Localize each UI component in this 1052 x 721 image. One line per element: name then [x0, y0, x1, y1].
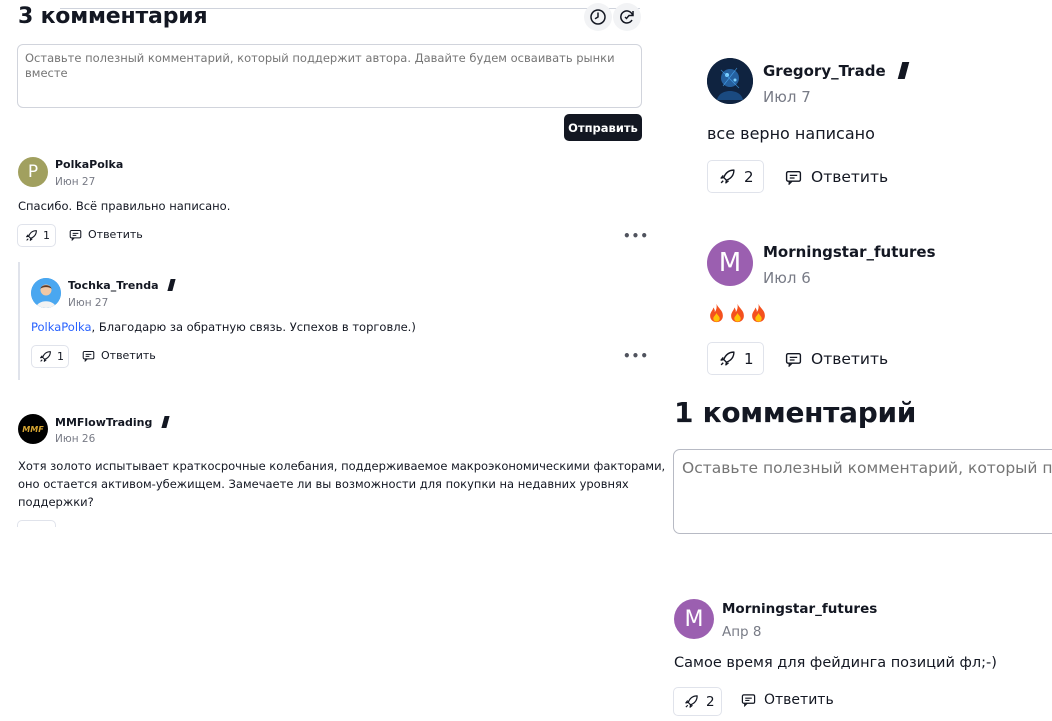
avatar[interactable] — [707, 58, 753, 104]
comment-text: все верно написано — [707, 124, 875, 143]
boost-count: 1 — [744, 349, 754, 368]
comment-input[interactable] — [673, 449, 1052, 534]
rocket-icon — [26, 230, 37, 241]
history-button[interactable] — [584, 3, 612, 31]
boost-count: 2 — [706, 693, 715, 710]
comment-icon — [785, 170, 802, 185]
reply-label: Ответить — [101, 349, 156, 362]
verified-badge-icon — [161, 416, 170, 428]
comment-text-body: , Благодарю за обратную связь. Успехов в… — [91, 320, 416, 334]
comment-username[interactable]: MMFlowTrading — [55, 416, 170, 429]
fire-emoji-icon — [731, 303, 744, 323]
rocket-icon — [720, 351, 735, 366]
comment-date[interactable]: Июн 27 — [55, 176, 95, 188]
avatar-letter: M — [718, 248, 742, 278]
refresh-button[interactable] — [613, 3, 641, 31]
boost-count: 1 — [57, 350, 64, 363]
avatar-logo-text: MMF — [22, 424, 44, 434]
comment-icon — [69, 229, 82, 241]
boost-button[interactable]: 2 — [673, 687, 722, 716]
comment-text-line: Хотя золото испытывает краткосрочные кол… — [18, 459, 666, 473]
more-button[interactable]: ••• — [623, 229, 649, 243]
comment-date[interactable]: Июл 7 — [763, 88, 811, 106]
comments-title: 1 комментарий — [674, 396, 917, 429]
comment-username[interactable]: Morningstar_futures — [763, 243, 936, 261]
more-button[interactable]: ••• — [623, 349, 649, 363]
reply-label: Ответить — [88, 228, 143, 241]
avatar-letter: P — [27, 162, 39, 182]
fire-emoji-icon — [710, 303, 723, 323]
send-button[interactable]: Отправить — [564, 114, 642, 141]
comment-date[interactable]: Апр 8 — [722, 624, 762, 640]
boost-button[interactable]: 2 — [707, 160, 764, 193]
user-photo-icon — [707, 58, 753, 104]
reply-button[interactable]: Ответить — [741, 692, 834, 708]
comment-input[interactable] — [17, 44, 642, 108]
avatar[interactable]: MMF — [18, 414, 48, 444]
refresh-icon — [620, 10, 634, 24]
comment-text-line: оно остается активом-убежищем. Замечаете… — [18, 477, 629, 491]
avatar-letter: M — [684, 606, 704, 632]
clock-icon — [590, 9, 606, 25]
verified-badge-icon — [897, 62, 910, 79]
reply-label: Ответить — [811, 168, 889, 186]
boost-count: 2 — [744, 167, 754, 186]
boost-button[interactable]: 1 — [31, 345, 69, 368]
fire-emoji-icon — [752, 303, 765, 323]
reply-label: Ответить — [811, 350, 889, 368]
boost-button[interactable]: 1 — [707, 342, 764, 375]
thread-line — [18, 262, 20, 380]
verified-badge-icon — [167, 279, 176, 291]
boost-button[interactable]: 1 — [17, 224, 56, 247]
mention-link[interactable]: PolkaPolka — [31, 320, 92, 334]
reply-button[interactable]: Ответить — [785, 350, 888, 368]
comment-icon — [785, 352, 802, 367]
reply-button[interactable]: Ответить — [82, 349, 156, 362]
comment-icon — [741, 694, 756, 707]
avatar[interactable]: P — [18, 157, 48, 187]
username-text: MMFlowTrading — [55, 416, 153, 429]
username-text: Tochka_Trenda — [68, 279, 159, 292]
username-text: Gregory_Trade — [763, 62, 886, 80]
rocket-icon — [40, 351, 51, 362]
comment-username[interactable]: PolkaPolka — [55, 158, 123, 171]
comments-title: 3 комментария — [18, 4, 208, 29]
comment-text: Самое время для фейдинга позиций фл;-) — [674, 655, 997, 671]
reply-button[interactable]: Ответить — [785, 168, 888, 186]
comment-text: Спасибо. Всё правильно написано. — [18, 199, 231, 213]
rocket-icon — [720, 169, 735, 184]
comment-text — [707, 303, 770, 327]
rocket-icon — [685, 695, 698, 708]
comment-date[interactable]: Июл 6 — [763, 269, 811, 287]
avatar[interactable]: M — [707, 240, 753, 286]
comment-username[interactable]: Tochka_Trenda — [68, 279, 176, 292]
avatar[interactable]: M — [674, 599, 714, 639]
comment-text: PolkaPolka, Благодарю за обратную связь.… — [31, 320, 416, 334]
comment-date[interactable]: Июн 27 — [68, 297, 108, 309]
reply-label: Ответить — [764, 692, 834, 708]
reply-button[interactable]: Ответить — [69, 228, 143, 241]
comment-text-line: поддержки? — [18, 495, 94, 509]
comment-date[interactable]: Июн 26 — [55, 433, 95, 445]
boost-count: 1 — [43, 229, 50, 242]
cutoff-mask — [0, 527, 660, 721]
comment-icon — [82, 350, 95, 362]
avatar[interactable] — [31, 278, 61, 308]
comment-username[interactable]: Morningstar_futures — [722, 601, 877, 617]
comment-username[interactable]: Gregory_Trade — [763, 62, 910, 80]
user-photo-icon — [31, 278, 61, 308]
comment-text: Хотя золото испытывает краткосрочные кол… — [18, 457, 665, 511]
